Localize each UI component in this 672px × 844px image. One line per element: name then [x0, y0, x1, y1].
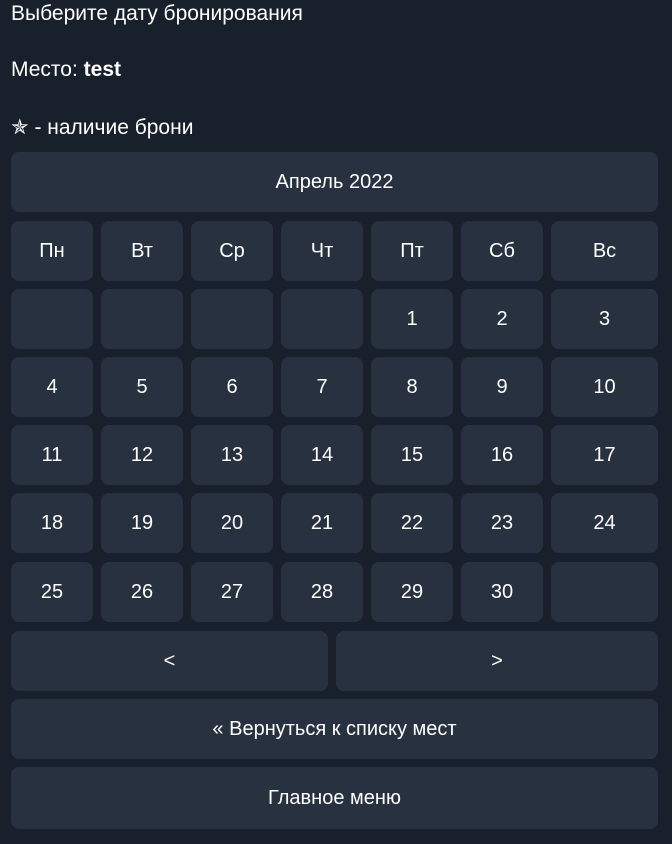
back-to-places-button[interactable]: « Вернуться к списку мест [11, 699, 658, 759]
day-button-29[interactable]: 29 [371, 562, 453, 622]
empty-day-cell[interactable] [101, 289, 183, 349]
day-button-20[interactable]: 20 [191, 493, 273, 553]
day-button-4[interactable]: 4 [11, 357, 93, 417]
day-button-14[interactable]: 14 [281, 425, 363, 485]
day-button-13[interactable]: 13 [191, 425, 273, 485]
day-button-6[interactable]: 6 [191, 357, 273, 417]
day-button-25[interactable]: 25 [11, 562, 93, 622]
day-button-17[interactable]: 17 [551, 425, 658, 485]
weekday-header-3[interactable]: Ср [191, 221, 273, 281]
day-button-7[interactable]: 7 [281, 357, 363, 417]
day-button-10[interactable]: 10 [551, 357, 658, 417]
day-button-30[interactable]: 30 [461, 562, 543, 622]
weekday-header-4[interactable]: Чт [281, 221, 363, 281]
weekday-header-1[interactable]: Пн [11, 221, 93, 281]
day-button-12[interactable]: 12 [101, 425, 183, 485]
chat-message: Выберите дату бронирования Место: test ✯… [0, 0, 672, 844]
weekday-header-2[interactable]: Вт [101, 221, 183, 281]
day-button-19[interactable]: 19 [101, 493, 183, 553]
day-button-27[interactable]: 27 [191, 562, 273, 622]
month-header-button[interactable]: Апрель 2022 [11, 152, 658, 212]
empty-day-cell[interactable] [191, 289, 273, 349]
day-button-18[interactable]: 18 [11, 493, 93, 553]
weekday-header-5[interactable]: Пт [371, 221, 453, 281]
day-button-5[interactable]: 5 [101, 357, 183, 417]
day-button-2[interactable]: 2 [461, 289, 543, 349]
day-button-23[interactable]: 23 [461, 493, 543, 553]
day-button-24[interactable]: 24 [551, 493, 658, 553]
inline-keyboard: Апрель 2022 < > « Вернуться к списку мес… [0, 0, 672, 844]
next-month-button[interactable]: > [336, 631, 658, 691]
day-button-3[interactable]: 3 [551, 289, 658, 349]
weekday-header-7[interactable]: Вс [551, 221, 658, 281]
empty-day-cell[interactable] [11, 289, 93, 349]
day-button-16[interactable]: 16 [461, 425, 543, 485]
day-button-1[interactable]: 1 [371, 289, 453, 349]
empty-day-cell[interactable] [551, 562, 658, 622]
day-button-8[interactable]: 8 [371, 357, 453, 417]
day-button-21[interactable]: 21 [281, 493, 363, 553]
main-menu-button[interactable]: Главное меню [11, 767, 658, 829]
empty-day-cell[interactable] [281, 289, 363, 349]
day-button-9[interactable]: 9 [461, 357, 543, 417]
weekday-header-6[interactable]: Сб [461, 221, 543, 281]
day-button-15[interactable]: 15 [371, 425, 453, 485]
day-button-22[interactable]: 22 [371, 493, 453, 553]
prev-month-button[interactable]: < [11, 631, 328, 691]
day-button-11[interactable]: 11 [11, 425, 93, 485]
day-button-28[interactable]: 28 [281, 562, 363, 622]
day-button-26[interactable]: 26 [101, 562, 183, 622]
